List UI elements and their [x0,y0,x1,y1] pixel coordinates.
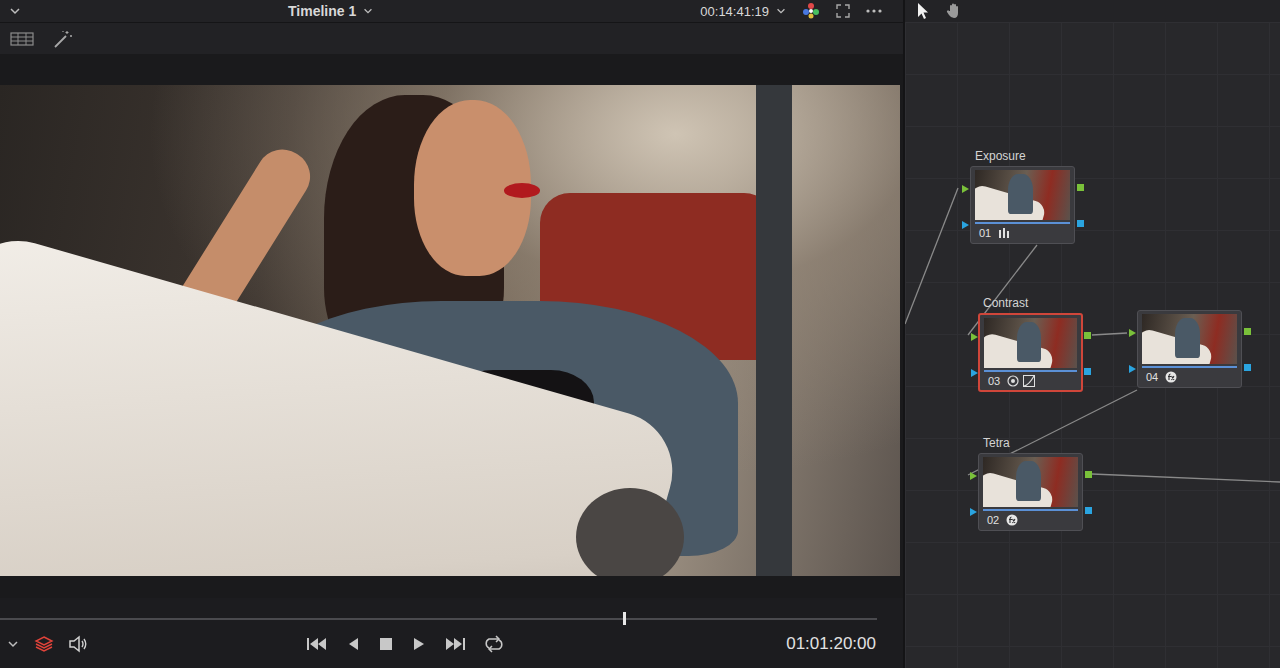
alpha-input-port[interactable] [971,369,978,377]
chevron-down-icon[interactable] [8,4,22,18]
rgb-output-port[interactable] [1244,328,1251,335]
scrubber[interactable] [0,598,903,625]
node-footer: 03 [984,372,1077,388]
timeline-selector[interactable]: Timeline 1 [22,3,700,19]
play-reverse-icon[interactable] [346,636,360,652]
layers-icon[interactable] [34,635,54,653]
viewer-toggles [6,635,306,653]
transport-bar: 01:01:20:00 [0,625,903,668]
hand-icon[interactable] [945,2,963,20]
alpha-input-port[interactable] [970,508,977,516]
scrubber-track[interactable] [0,618,877,620]
fx-icon [1006,514,1018,526]
node[interactable]: Exposure01 [970,166,1075,244]
node-thumbnail [1142,314,1237,364]
node-editor-toolbar [905,0,1280,22]
node-graph[interactable]: Exposure01Contrast0304Tetra02 [905,22,1280,668]
viewer-options: 00:14:41:19 [700,1,883,21]
node-box[interactable]: 04 [1137,310,1242,388]
rgb-input-port[interactable] [971,333,978,341]
node[interactable]: Tetra02 [978,453,1083,531]
viewer-panel: Timeline 1 00:14:41:19 01:01:20:00 [0,0,903,668]
alpha-input-port[interactable] [962,221,969,229]
node-footer: 01 [975,224,1070,240]
record-timecode[interactable]: 01:01:20:00 [786,632,876,656]
alpha-input-port[interactable] [1129,365,1136,373]
node-label[interactable]: Contrast [983,296,1028,310]
node-number: 04 [1146,371,1158,383]
node-number: 02 [987,514,999,526]
node-label[interactable]: Tetra [983,436,1010,450]
color-wheel-icon[interactable] [801,1,821,21]
loop-icon[interactable] [484,635,504,653]
transport-controls [306,635,504,653]
node-thumbnail [975,170,1070,220]
viewer-sub-bar [0,23,903,54]
node-box[interactable]: 03 [978,313,1083,392]
node-editor: Exposure01Contrast0304Tetra02 [905,0,1280,668]
playhead[interactable] [623,612,626,625]
play-icon[interactable] [412,636,426,652]
skip-to-start-icon[interactable] [306,636,328,652]
resolve-color-page: Timeline 1 00:14:41:19 01:01:20:00 Exposure… [0,0,1280,668]
primaries-icon [998,228,1010,238]
window-icon [1007,375,1019,387]
node-box[interactable]: 02 [978,453,1083,531]
pointer-icon[interactable] [915,2,931,20]
rgb-output-port[interactable] [1077,184,1084,191]
fx-icon [1165,371,1177,383]
grid-icon[interactable] [10,31,34,47]
more-icon[interactable] [865,8,883,14]
magic-wand-icon[interactable] [52,29,74,49]
viewer-top-bar: Timeline 1 00:14:41:19 [0,0,903,23]
rgb-input-port[interactable] [970,472,977,480]
speaker-icon[interactable] [68,635,88,653]
rgb-output-port[interactable] [1084,332,1091,339]
node-number: 03 [988,375,1000,387]
node-thumbnail [984,318,1077,368]
chevron-down-icon[interactable] [775,5,787,17]
stop-icon[interactable] [378,636,394,652]
fullscreen-icon[interactable] [835,3,851,19]
rgb-output-port[interactable] [1085,471,1092,478]
rgb-input-port[interactable] [962,185,969,193]
chevron-down-icon[interactable] [6,637,20,651]
alpha-output-port[interactable] [1244,364,1251,371]
source-timecode[interactable]: 00:14:41:19 [700,4,769,19]
node-thumbnail [983,457,1078,507]
curves-icon [1023,375,1035,387]
node[interactable]: 04 [1137,310,1242,388]
rgb-input-port[interactable] [1129,329,1136,337]
timeline-title[interactable]: Timeline 1 [288,3,356,19]
alpha-output-port[interactable] [1085,507,1092,514]
node-footer: 02 [983,511,1078,527]
viewer [0,54,903,598]
chevron-down-icon[interactable] [362,5,374,17]
alpha-output-port[interactable] [1077,220,1084,227]
node-number: 01 [979,227,991,239]
node[interactable]: Contrast03 [978,313,1083,392]
node-box[interactable]: 01 [970,166,1075,244]
node-label[interactable]: Exposure [975,149,1026,163]
node-footer: 04 [1142,368,1237,384]
skip-to-end-icon[interactable] [444,636,466,652]
video-frame [0,85,900,576]
alpha-output-port[interactable] [1084,368,1091,375]
